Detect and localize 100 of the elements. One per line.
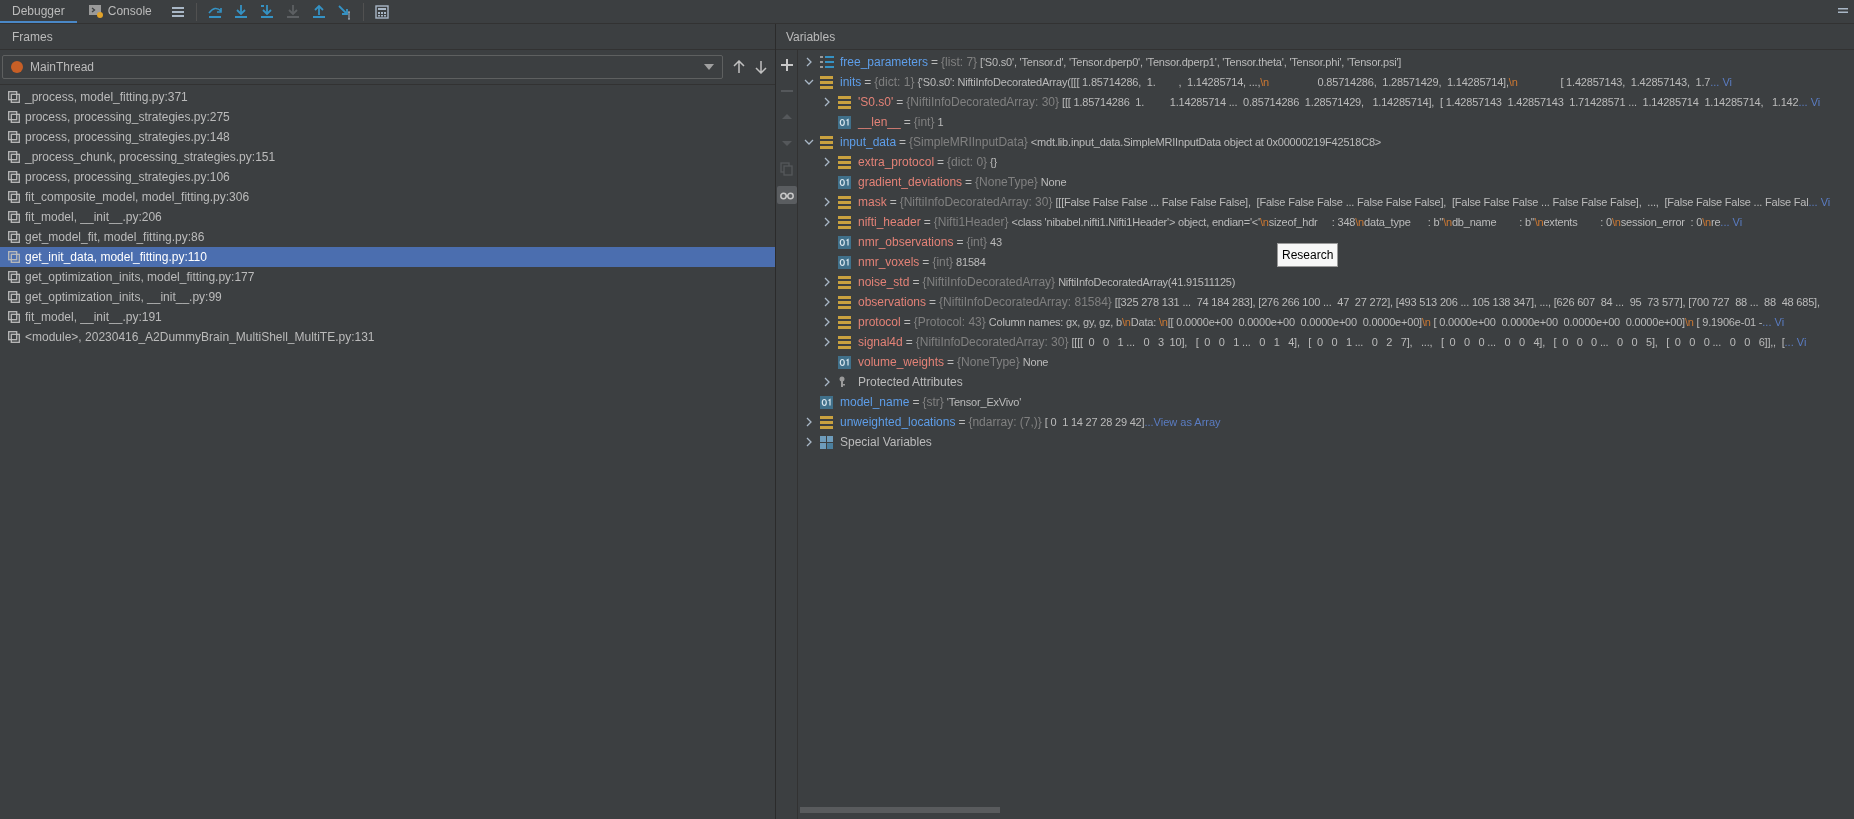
variable-value: 43 [990, 234, 1002, 250]
variable-name: Protected Attributes [858, 374, 963, 391]
variable-name: model_name [840, 394, 910, 411]
variable-value: [[[[ 0 0 1 ... 0 3 10], [ 0 0 1 ... 0 1 4], [ 0 0 1 ... 0 2 7], ..., [ 0 0 0 ... 0 0 4], [ 0 0 0 ... 0 0 5], [ 0 0 0 ... 0 0 6]],, [ [1071, 334, 1785, 350]
variable-type: {str} [922, 394, 945, 411]
equals-sign: = [930, 54, 940, 71]
variable-name: free_parameters [840, 54, 929, 71]
calculator-icon[interactable] [373, 3, 390, 20]
diagonal-arrow-icon[interactable] [336, 3, 353, 20]
stack-frame[interactable]: fit_composite_model, model_fitting.py:306 [0, 187, 775, 207]
value-icon [838, 355, 851, 369]
variable-value: 81584 [956, 254, 986, 270]
variable-value: <class 'nibabel.nifti1.Nifti1Header'> object, endian='<'\nsizeof_hdr : 348\ndata_type : b''\ndb_name : b''\nextents : 0\nsession_error : 0\nre [1011, 214, 1721, 230]
variable-name: unweighted_locations [840, 414, 956, 431]
equals-sign: = [888, 194, 898, 211]
equals-sign: = [863, 74, 873, 91]
equals-sign: = [911, 274, 921, 291]
stack-frame[interactable]: get_model_fit, model_fitting.py:86 [0, 227, 775, 247]
frame-icon [8, 111, 20, 123]
variable-name: mask [858, 194, 887, 211]
expand-chevron-icon[interactable] [804, 57, 814, 67]
equals-sign: = [902, 114, 912, 131]
frame-icon [8, 311, 20, 323]
variable-type: {Nifti1Header} [933, 214, 1010, 231]
stack-frame[interactable]: process, processing_strategies.py:148 [0, 127, 775, 147]
variable-name: nmr_voxels [858, 254, 920, 271]
down-arrow-icon[interactable] [232, 3, 249, 20]
variable-name: 'S0.s0' [858, 94, 894, 111]
variable-type: {NiftiInfoDecoratedArray} [922, 274, 1057, 291]
value-icon [838, 175, 851, 189]
frame-icon [8, 131, 20, 143]
stack-icon [838, 335, 851, 349]
variable-type: {SimpleMRIInputData} [909, 134, 1029, 151]
stack-icon [820, 415, 833, 429]
variable-value: Column names: gx, gy, gz, b\nData: \n[[ 0.0000e+00 0.0000e+00 0.0000e+00 0.0000e+00]\n [ 0.0000e+00 0.0000e+00 0.0000e+00 0.0000e+00]\n [ 9.1906e-01 - [988, 314, 1763, 330]
variable-name: nmr_observations [858, 234, 954, 251]
frame-icon [8, 171, 20, 183]
variable-name: extra_protocol [858, 154, 935, 171]
expand-chevron-icon[interactable] [822, 157, 832, 167]
variable-name: inits [840, 74, 862, 91]
variable-name: nifti_header [858, 214, 921, 231]
expand-chevron-icon[interactable] [822, 97, 832, 107]
variable-value: ['S0.s0', 'Tensor.d', 'Tensor.dperp0', 'Tensor.dperp1', 'Tensor.theta', 'Tensor.phi', 'Tensor.psi'] [980, 54, 1402, 70]
panel-tab[interactable]: Console [76, 0, 164, 23]
collapse-chevron-icon[interactable] [804, 77, 814, 87]
stack-frame[interactable]: get_optimization_inits, model_fitting.py:177 [0, 267, 775, 287]
stack-frame[interactable]: <module>, 20230416_A2DummyBrain_MultiShell_MultiTE.py:131 [0, 327, 775, 347]
list-icon [820, 55, 834, 69]
stack-frame[interactable]: get_init_data, model_fitting.py:110 [0, 247, 775, 267]
frame-icon [8, 191, 20, 203]
variable-name: protocol [858, 314, 901, 331]
variable-type: {NiftiInfoDecoratedArray: 30} [906, 94, 1061, 111]
equals-sign: = [911, 394, 921, 411]
variable-type: {Protocol: 43} [913, 314, 987, 331]
variable-type: {int} [966, 234, 989, 251]
panel-title: Frames [12, 28, 53, 46]
grid-icon [820, 435, 833, 449]
next-frame-icon[interactable] [755, 60, 767, 74]
down-arrow-icon[interactable] [258, 3, 275, 20]
stack-frame[interactable]: get_optimization_inits, __init__.py:99 [0, 287, 775, 307]
variable-value: <mdt.lib.input_data.SimpleMRIInputData object at 0x00000219F42518C8> [1030, 134, 1382, 150]
variable-type: {dict: 1} [874, 74, 916, 91]
add-icon[interactable] [779, 58, 794, 72]
variable-value: 1 [937, 114, 944, 130]
variable-type: {NoneType} [975, 174, 1039, 191]
variable-name: Special Variables [840, 434, 932, 451]
variable-type: {ndarray: (7,)} [968, 414, 1043, 431]
equals-sign: = [964, 174, 974, 191]
value-icon [838, 235, 851, 249]
stack-frame[interactable]: process, processing_strategies.py:275 [0, 107, 775, 127]
stack-icon [838, 315, 851, 329]
frame-icon [8, 291, 20, 303]
variable-value: [ 0 1 14 27 28 29 42] [1044, 414, 1145, 430]
variable-type: {int} [913, 114, 936, 131]
stack-frame[interactable]: process, processing_strategies.py:106 [0, 167, 775, 187]
stack-frame[interactable]: _process_chunk, processing_strategies.py:151 [0, 147, 775, 167]
value-icon [820, 395, 833, 409]
frame-icon [8, 251, 20, 263]
variable-name: noise_std [858, 274, 910, 291]
frame-icon [8, 91, 20, 103]
panel-title: Variables [786, 28, 836, 46]
horizontal-scrollbar[interactable] [800, 807, 1000, 813]
view-as-array-link[interactable]: ... Vi [1808, 193, 1831, 211]
stack-icon [820, 135, 833, 149]
stack-frame[interactable]: fit_model, __init__.py:191 [0, 307, 775, 327]
variable-value: {'S0.s0': NiftiInfoDecoratedArray([[[ 1.85714286, 1. , 1.14285714, ...,\n 0.85714286, 1.28571429, 1.14285714],\n [ 1.42857143, 1.42857143, 1.7 [917, 74, 1711, 90]
variable-type: {NiftiInfoDecoratedArray: 30} [899, 194, 1054, 211]
collapse-chevron-icon[interactable] [804, 137, 814, 147]
equals-sign: = [946, 354, 956, 371]
stack-frame[interactable]: _process, model_fitting.py:371 [0, 87, 775, 107]
previous-frame-icon[interactable] [733, 60, 745, 74]
thread-dropdown[interactable]: MainThread [2, 55, 723, 79]
variable-value: [[[False False False ... False False False], [False False False ... False False False], [False False False ... False False False], ..., [False False False ... False Fal [1055, 194, 1809, 210]
view-as-array-link[interactable]: ... Vi [1798, 93, 1821, 111]
expand-chevron-icon[interactable] [822, 377, 832, 387]
variable-name: signal4d [858, 334, 903, 351]
variable-type: {int} [932, 254, 955, 271]
variable-type: {NiftiInfoDecoratedArray: 30} [915, 334, 1070, 351]
stack-frame[interactable]: fit_model, __init__.py:206 [0, 207, 775, 227]
equals-sign: = [921, 254, 931, 271]
